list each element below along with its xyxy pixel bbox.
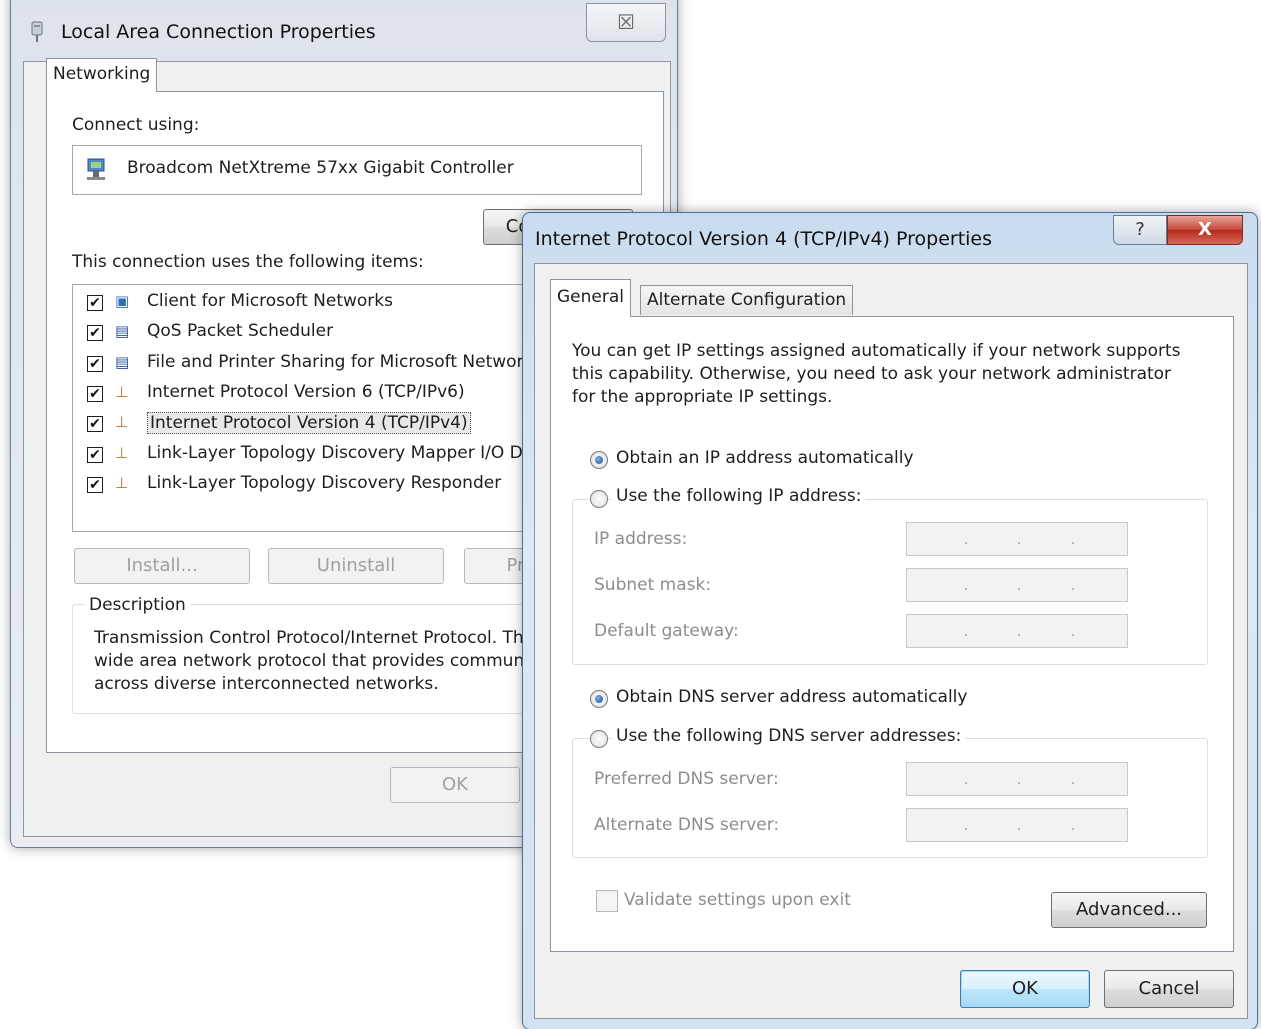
protocol-icon: ⊥ <box>115 473 129 492</box>
item-checkbox[interactable]: ✔ <box>87 446 103 463</box>
default-gateway-field: ... <box>906 614 1128 648</box>
cancel-button[interactable]: Cancel <box>1104 970 1234 1008</box>
advanced-button[interactable]: Advanced... <box>1051 892 1207 928</box>
list-item-label: Link-Layer Topology Discovery Responder <box>147 472 502 493</box>
close-icon: X <box>1198 219 1212 240</box>
item-checkbox[interactable]: ✔ <box>87 476 103 493</box>
description-line-3: across diverse interconnected networks. <box>94 674 439 694</box>
item-checkbox[interactable]: ✔ <box>87 355 103 372</box>
obtain-ip-auto-radio[interactable] <box>590 451 608 469</box>
intro-line-2: this capability. Otherwise, you need to … <box>572 364 1172 384</box>
window-title: Internet Protocol Version 4 (TCP/IPv4) P… <box>535 228 993 250</box>
protocol-icon: ⊥ <box>115 413 129 432</box>
ip-address-field: ... <box>906 522 1128 556</box>
subnet-mask-field: ... <box>906 568 1128 602</box>
intro-line-3: for the appropriate IP settings. <box>572 387 833 407</box>
list-item-label: Internet Protocol Version 4 (TCP/IPv4) <box>147 412 471 435</box>
service-icon: ▤ <box>115 352 130 371</box>
use-following-dns-label[interactable]: Use the following DNS server addresses: <box>612 726 966 746</box>
close-button[interactable]: X <box>1167 215 1243 245</box>
tab-alternate-configuration[interactable]: Alternate Configuration <box>640 285 854 315</box>
adapter-icon <box>87 158 105 180</box>
use-following-ip-radio[interactable] <box>590 490 608 508</box>
preferred-dns-field: ... <box>906 762 1128 796</box>
use-following-dns-radio[interactable] <box>590 730 608 748</box>
obtain-dns-auto-label[interactable]: Obtain DNS server address automatically <box>616 687 967 707</box>
help-button[interactable]: ? <box>1113 215 1167 245</box>
default-gateway-label: Default gateway: <box>594 621 739 641</box>
tab-general-label: General <box>557 287 624 307</box>
ipv4-properties-window: Internet Protocol Version 4 (TCP/IPv4) P… <box>522 212 1258 1029</box>
network-adapter-icon <box>31 21 43 42</box>
list-item-label: Link-Layer Topology Discovery Mapper I/O… <box>147 442 562 463</box>
help-icon: ? <box>1135 219 1145 240</box>
validate-settings-label: Validate settings upon exit <box>624 890 851 910</box>
item-checkbox[interactable]: ✔ <box>87 385 103 402</box>
service-icon: ▤ <box>115 322 130 341</box>
subnet-mask-label: Subnet mask: <box>594 575 712 595</box>
obtain-dns-auto-radio[interactable] <box>590 690 608 708</box>
preferred-dns-label: Preferred DNS server: <box>594 769 779 789</box>
description-line-2: wide area network protocol that provides… <box>94 651 582 671</box>
uninstall-button[interactable]: Uninstall <box>268 548 444 584</box>
network-client-icon: ▣ <box>115 292 130 310</box>
tab-networking-label: Networking <box>53 64 151 84</box>
close-button[interactable]: ☒ <box>586 3 666 42</box>
item-checkbox[interactable]: ✔ <box>87 416 103 433</box>
tab-alternate-label: Alternate Configuration <box>647 290 847 310</box>
adapter-field: Broadcom NetXtreme 57xx Gigabit Controll… <box>72 145 642 195</box>
list-item-label: QoS Packet Scheduler <box>147 321 334 342</box>
tab-general[interactable]: General <box>550 279 631 317</box>
list-item-label: File and Printer Sharing for Microsoft N… <box>147 351 543 372</box>
tab-networking[interactable]: Networking <box>46 58 158 92</box>
lac-ok-button[interactable]: OK <box>390 767 520 803</box>
protocol-icon: ⊥ <box>115 443 129 462</box>
list-item-label: Internet Protocol Version 6 (TCP/IPv6) <box>147 381 465 402</box>
intro-line-1: You can get IP settings assigned automat… <box>572 341 1181 361</box>
protocol-icon: ⊥ <box>115 382 129 401</box>
adapter-name: Broadcom NetXtreme 57xx Gigabit Controll… <box>127 158 514 178</box>
install-button[interactable]: Install... <box>74 548 250 584</box>
connect-using-label: Connect using: <box>72 115 200 135</box>
ok-button[interactable]: OK <box>960 970 1090 1008</box>
items-label: This connection uses the following items… <box>72 252 424 272</box>
obtain-ip-auto-label[interactable]: Obtain an IP address automatically <box>616 448 914 468</box>
item-checkbox[interactable]: ✔ <box>87 325 103 342</box>
list-item-label: Client for Microsoft Networks <box>147 291 394 311</box>
alternate-dns-field: ... <box>906 808 1128 842</box>
description-label: Description <box>85 595 190 615</box>
window-client-area: General Alternate Configuration You can … <box>534 263 1248 1019</box>
ip-address-label: IP address: <box>594 529 688 549</box>
general-panel: You can get IP settings assigned automat… <box>550 316 1234 952</box>
use-following-ip-label[interactable]: Use the following IP address: <box>612 486 866 506</box>
validate-settings-checkbox[interactable] <box>596 890 618 912</box>
close-icon: ☒ <box>617 10 635 34</box>
window-title: Local Area Connection Properties <box>61 21 376 43</box>
alternate-dns-label: Alternate DNS server: <box>594 815 780 835</box>
item-checkbox[interactable]: ✔ <box>87 295 103 311</box>
